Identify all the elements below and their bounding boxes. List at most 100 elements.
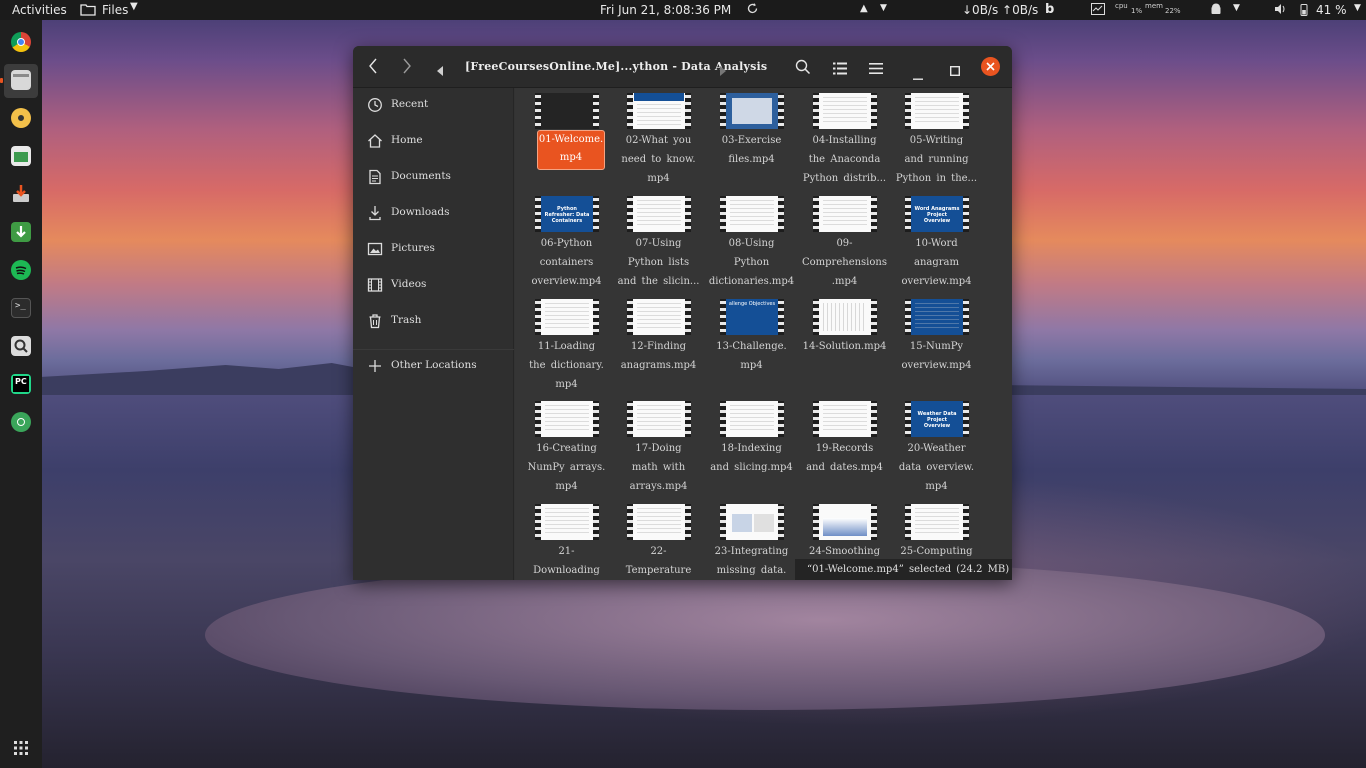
sidebar-item-recent[interactable]: Recent [353, 93, 514, 117]
refresh-icon[interactable] [746, 2, 759, 18]
pycharm-icon[interactable]: PC [11, 374, 31, 394]
volume-icon[interactable] [1274, 3, 1287, 18]
search-app-icon[interactable] [11, 336, 31, 356]
path-left-arrow-icon[interactable] [436, 61, 444, 80]
android-chevron-icon[interactable]: ▼ [1233, 3, 1240, 13]
file-item[interactable]: 08-Using Python dictionaries.mp4 [705, 191, 798, 294]
file-item[interactable]: 17-Doing math with arrays.mp4 [612, 396, 705, 499]
video-thumbnail [720, 504, 784, 540]
file-name: 07-Using Python lists and the slicin... [617, 238, 700, 287]
sidebar-item-label: Trash [391, 314, 422, 326]
app-icon[interactable] [11, 412, 31, 432]
download-manager-icon[interactable] [11, 222, 31, 242]
file-item[interactable]: 14-Solution.mp4 [798, 294, 891, 397]
file-item[interactable]: 15-NumPy overview.mp4 [890, 294, 983, 397]
search-icon[interactable] [795, 59, 811, 79]
sidebar-item-trash[interactable]: Trash [353, 309, 514, 333]
clock[interactable]: Fri Jun 21, 8:08:36 PM [600, 3, 731, 17]
system-menu-chevron-icon[interactable]: ▼ [1354, 3, 1361, 13]
file-item[interactable]: 19-Records and dates.mp4 [798, 396, 891, 499]
file-item[interactable]: 18-Indexing and slicing.mp4 [705, 396, 798, 499]
video-thumbnail [720, 196, 784, 232]
app-menu-button[interactable]: Files [102, 3, 128, 17]
file-item[interactable]: 05-Writing and running Python in the... [890, 88, 983, 191]
activities-button[interactable]: Activities [12, 3, 67, 17]
close-button[interactable] [981, 57, 1000, 76]
video-thumbnail: Python Refresher: Data Containers [535, 196, 599, 232]
file-item[interactable]: 07-Using Python lists and the slicin... [612, 191, 705, 294]
chrome-icon[interactable] [11, 32, 31, 52]
wallpaper-platform [205, 560, 1325, 710]
files-app-icon[interactable] [11, 70, 31, 90]
dock-running-indicator [0, 78, 3, 83]
sidebar-item-label: Recent [391, 98, 429, 110]
file-item[interactable]: 21- Downloading [520, 499, 613, 580]
sidebar-item-label: Downloads [391, 206, 450, 218]
home-icon [367, 133, 383, 149]
spotify-icon[interactable] [11, 260, 31, 280]
battery-icon[interactable] [1298, 3, 1310, 19]
file-name: 20-Weather data overview. mp4 [898, 443, 975, 492]
file-item[interactable]: 16-Creating NumPy arrays. mp4 [520, 396, 613, 499]
rhythmbox-icon[interactable] [11, 108, 31, 128]
sidebar-item-downloads[interactable]: Downloads [353, 201, 514, 225]
file-item[interactable]: Word Anagrams Project Overview 10-Word an… [890, 191, 983, 294]
back-button[interactable] [367, 57, 379, 79]
folder-icon [80, 2, 96, 19]
download-icon [367, 205, 383, 221]
terminal-icon[interactable]: >_ [11, 298, 31, 318]
file-item[interactable]: 22- Temperature [612, 499, 705, 580]
sidebar-item-pictures[interactable]: Pictures [353, 237, 514, 261]
video-thumbnail [813, 299, 877, 335]
wifi-icon[interactable]: ▲ [860, 3, 868, 14]
file-item[interactable]: allenge Objectives 13-Challenge. mp4 [705, 294, 798, 397]
forward-button[interactable] [401, 57, 413, 79]
spreadsheet-icon[interactable] [11, 146, 31, 166]
file-name: 19-Records and dates.mp4 [806, 443, 883, 473]
video-thumbnail [905, 299, 969, 335]
sidebar-separator [353, 349, 514, 350]
video-thumbnail [535, 401, 599, 437]
file-item[interactable]: 01-Welcome. mp4 [520, 88, 613, 191]
video-thumbnail [905, 93, 969, 129]
file-name: 10-Word anagram overview.mp4 [901, 238, 972, 287]
file-item[interactable]: 23-Integrating missing data. [705, 499, 798, 580]
file-item[interactable]: 03-Exercise files.mp4 [705, 88, 798, 191]
cpu-value: 1% [1131, 7, 1143, 15]
video-thumbnail [627, 299, 691, 335]
sidebar-item-label: Home [391, 134, 423, 146]
system-monitor-icon[interactable] [1091, 3, 1105, 18]
file-name: 02-What you need to know. mp4 [621, 135, 696, 184]
maximize-button[interactable] [949, 61, 961, 80]
sidebar-item-documents[interactable]: Documents [353, 165, 514, 189]
file-item[interactable]: 11-Loading the dictionary. mp4 [520, 294, 613, 397]
menu-icon[interactable] [869, 60, 883, 79]
sidebar-item-label: Videos [391, 278, 427, 290]
file-item[interactable]: 12-Finding anagrams.mp4 [612, 294, 705, 397]
file-name: 22- Temperature [625, 546, 692, 576]
file-name: 15-NumPy overview.mp4 [901, 341, 972, 371]
file-name: 23-Integrating missing data. [714, 546, 789, 576]
file-item[interactable]: 02-What you need to know. mp4 [612, 88, 705, 191]
sidebar-item-videos[interactable]: Videos [353, 273, 514, 297]
file-item[interactable]: Weather Data Project Overview 20-Weather… [890, 396, 983, 499]
sidebar-item-home[interactable]: Home [353, 129, 514, 153]
bing-icon[interactable]: b [1045, 2, 1054, 17]
video-thumbnail [813, 504, 877, 540]
video-thumbnail [535, 299, 599, 335]
minimize-button[interactable] [913, 66, 923, 85]
video-thumbnail [813, 93, 877, 129]
sidebar-item-other-locations[interactable]: Other Locations [353, 354, 514, 378]
file-item[interactable]: Python Refresher: Data Containers 06-Pyt… [520, 191, 613, 294]
android-icon[interactable] [1210, 3, 1222, 19]
show-applications-icon[interactable] [13, 740, 29, 760]
network-chevron-icon[interactable]: ▼ [880, 3, 887, 13]
path-right-arrow-icon[interactable] [719, 61, 727, 80]
dock: >_ PC [0, 20, 42, 768]
file-item[interactable]: 04-Installing the Anaconda Python distrib.… [798, 88, 891, 191]
video-thumbnail [627, 504, 691, 540]
list-view-icon[interactable] [833, 60, 847, 79]
file-name: 13-Challenge. mp4 [716, 341, 787, 371]
file-item[interactable]: 09- Comprehensions .mp4 [798, 191, 891, 294]
installer-icon[interactable] [11, 184, 31, 204]
